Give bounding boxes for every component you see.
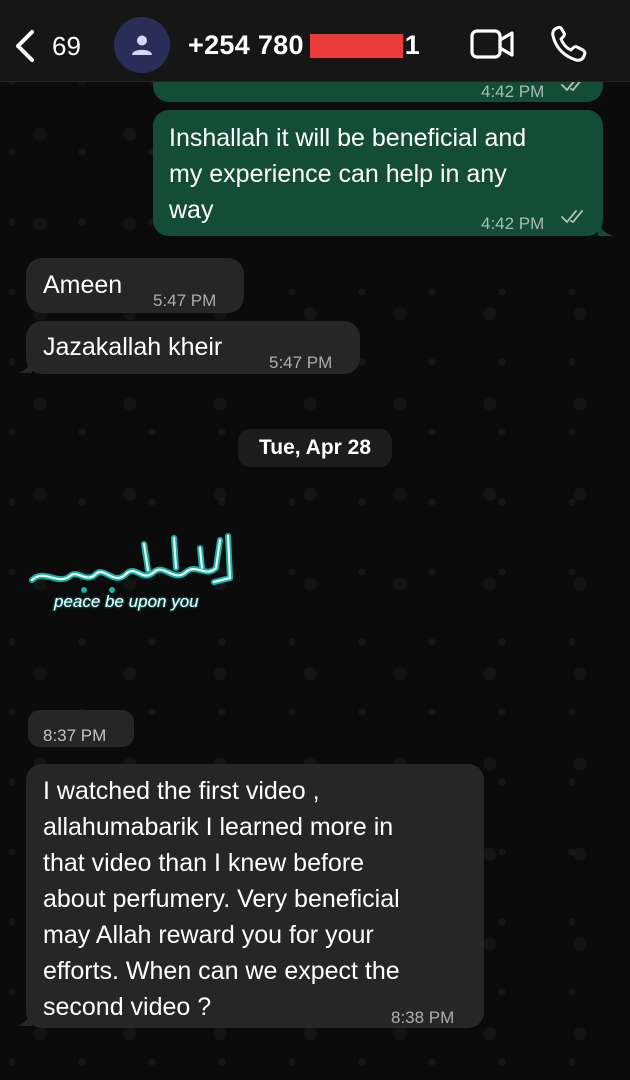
bubble-tail bbox=[598, 220, 614, 236]
message-text: I watched the first video , allahumabari… bbox=[43, 777, 400, 1021]
redaction-bar bbox=[309, 33, 403, 58]
person-icon bbox=[132, 35, 152, 55]
video-camera-icon[interactable] bbox=[469, 24, 515, 64]
incoming-message[interactable]: Jazakallah kheir 5:47 PM bbox=[26, 321, 360, 374]
contact-phone-number[interactable]: +254 780 1 bbox=[188, 30, 420, 61]
message-time: 5:47 PM bbox=[153, 291, 217, 310]
sticker-time-pill: 8:37 PM bbox=[28, 710, 134, 747]
bubble-tail bbox=[18, 357, 32, 373]
outgoing-message[interactable]: Inshallah it will be beneficial and my e… bbox=[153, 110, 603, 236]
incoming-message[interactable]: Ameen 5:47 PM bbox=[26, 258, 244, 313]
phone-suffix: 1 bbox=[404, 30, 421, 60]
avatar[interactable] bbox=[114, 17, 170, 73]
phone-icon[interactable] bbox=[549, 24, 587, 64]
message-text: Jazakallah kheir bbox=[43, 333, 223, 361]
bubble-tail bbox=[18, 1008, 32, 1026]
double-check-icon bbox=[561, 210, 583, 224]
message-text: Ameen bbox=[43, 271, 123, 299]
message-time: 4:42 PM bbox=[481, 214, 545, 233]
unread-count: 69 bbox=[52, 30, 81, 61]
chat-header: 69 +254 780 1 bbox=[0, 0, 630, 82]
chevron-left-icon bbox=[16, 30, 34, 62]
back-button[interactable]: 69 bbox=[12, 27, 81, 65]
phone-prefix: +254 780 bbox=[188, 30, 304, 60]
message-time: 8:37 PM bbox=[43, 726, 107, 745]
date-separator: Tue, Apr 28 bbox=[238, 429, 392, 467]
message-time: 5:47 PM bbox=[269, 353, 333, 372]
sticker-caption: peace be upon you bbox=[54, 592, 199, 611]
incoming-message[interactable]: I watched the first video , allahumabari… bbox=[26, 764, 484, 1028]
chat-screen: 69 +254 780 1 4:42 PM Inshallah it will … bbox=[0, 0, 630, 1080]
message-time: 8:38 PM bbox=[391, 1008, 455, 1027]
